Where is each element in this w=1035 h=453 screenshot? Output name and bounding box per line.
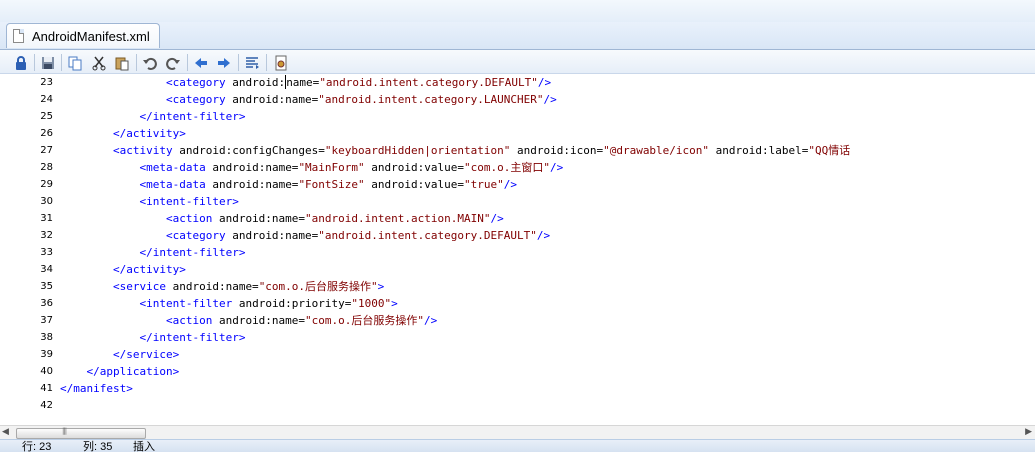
line-code[interactable]: </manifest> — [60, 380, 133, 397]
line-code[interactable]: <service android:name="com.o.后台服务操作"> — [60, 278, 384, 295]
back-icon[interactable] — [192, 54, 210, 71]
line-number: 35 — [40, 281, 53, 292]
line-number: 31 — [40, 213, 53, 224]
code-line[interactable]: 29 <meta-data android:name="FontSize" an… — [0, 176, 1035, 193]
code-line[interactable]: 31 <action android:name="android.intent.… — [0, 210, 1035, 227]
line-code[interactable]: </intent-filter> — [60, 108, 245, 125]
line-number: 25 — [40, 111, 53, 122]
save-icon[interactable] — [39, 54, 57, 71]
line-number: 33 — [40, 247, 53, 258]
document-icon — [13, 29, 24, 43]
line-code[interactable]: <activity android:configChanges="keyboar… — [60, 142, 850, 159]
paste-icon[interactable] — [113, 54, 131, 71]
code-line[interactable]: 30 <intent-filter> — [0, 193, 1035, 210]
line-code[interactable]: <category android:name="android.intent.c… — [60, 91, 557, 108]
lock-icon[interactable] — [12, 54, 30, 71]
scroll-left-arrow-icon[interactable]: ◀ — [2, 427, 9, 437]
scrollbar-thumb[interactable] — [16, 428, 146, 439]
code-line[interactable]: 40 </application> — [0, 363, 1035, 380]
code-line[interactable]: 26 </activity> — [0, 125, 1035, 142]
code-line[interactable]: 23 <category android:name="android.inten… — [0, 74, 1035, 91]
code-line[interactable]: 37 <action android:name="com.o.后台服务操作"/> — [0, 312, 1035, 329]
line-number: 30 — [40, 196, 53, 207]
tab-title: AndroidManifest.xml — [32, 28, 150, 44]
line-number: 42 — [40, 400, 53, 411]
line-code[interactable]: <intent-filter> — [60, 193, 238, 210]
code-line[interactable]: 34 </activity> — [0, 261, 1035, 278]
line-number: 27 — [40, 145, 53, 156]
line-number: 23 — [40, 77, 53, 88]
line-code[interactable]: </activity> — [60, 125, 186, 142]
line-code[interactable]: <intent-filter android:priority="1000"> — [60, 295, 397, 312]
line-code[interactable]: <meta-data android:name="MainForm" andro… — [60, 159, 563, 176]
line-number: 34 — [40, 264, 53, 275]
code-line[interactable]: 33 </intent-filter> — [0, 244, 1035, 261]
code-line[interactable]: 41 </manifest> — [0, 380, 1035, 397]
line-number: 40 — [40, 366, 53, 377]
line-code[interactable]: <action android:name="android.intent.act… — [60, 210, 504, 227]
line-number: 38 — [40, 332, 53, 343]
forward-icon[interactable] — [215, 54, 233, 71]
settings-icon[interactable] — [272, 54, 290, 71]
code-line[interactable]: 39 </service> — [0, 346, 1035, 363]
line-number: 41 — [40, 383, 53, 394]
code-line[interactable]: 35 <service android:name="com.o.后台服务操作"> — [0, 278, 1035, 295]
code-line[interactable]: 38 </intent-filter> — [0, 329, 1035, 346]
scroll-right-arrow-icon[interactable]: ▶ — [1025, 427, 1032, 437]
line-number: 37 — [40, 315, 53, 326]
undo-icon[interactable] — [141, 54, 159, 71]
code-line[interactable]: 32 <category android:name="android.inten… — [0, 227, 1035, 244]
code-editor[interactable]: 23 <category android:name="android.inten… — [0, 74, 1035, 425]
editor-toolbar — [0, 49, 1035, 74]
redo-icon[interactable] — [164, 54, 182, 71]
line-code[interactable]: </application> — [60, 363, 180, 380]
line-code[interactable]: <meta-data android:name="FontSize" andro… — [60, 176, 517, 193]
line-code[interactable]: <category android:name="android.intent.c… — [60, 227, 550, 244]
code-line[interactable]: 42 — [0, 397, 1035, 414]
line-number: 29 — [40, 179, 53, 190]
horizontal-scrollbar[interactable]: ◀ ||| ▶ — [0, 425, 1035, 439]
window-top-strip — [0, 0, 1035, 23]
code-line[interactable]: 25 </intent-filter> — [0, 108, 1035, 125]
line-number: 39 — [40, 349, 53, 360]
copy-icon[interactable] — [66, 54, 84, 71]
status-insert-mode: 插入 — [133, 441, 155, 453]
code-line[interactable]: 24 <category android:name="android.inten… — [0, 91, 1035, 108]
line-number: 26 — [40, 128, 53, 139]
line-code[interactable]: </intent-filter> — [60, 329, 245, 346]
code-line[interactable]: 28 <meta-data android:name="MainForm" an… — [0, 159, 1035, 176]
tab-android-manifest[interactable]: AndroidManifest.xml — [6, 23, 160, 48]
format-icon[interactable] — [243, 54, 261, 71]
scrollbar-grip-icon: ||| — [62, 427, 67, 435]
line-code[interactable]: </intent-filter> — [60, 244, 245, 261]
cut-icon[interactable] — [90, 54, 108, 71]
line-code[interactable]: </activity> — [60, 261, 186, 278]
code-line[interactable]: 36 <intent-filter android:priority="1000… — [0, 295, 1035, 312]
line-code[interactable]: <category android:name="android.intent.c… — [60, 74, 551, 91]
line-number: 24 — [40, 94, 53, 105]
status-bar: 行: 23 列: 35 插入 — [0, 439, 1035, 453]
tab-bar: AndroidManifest.xml — [0, 22, 1035, 49]
status-row: 行: 23 — [22, 441, 52, 453]
line-code[interactable]: <action android:name="com.o.后台服务操作"/> — [60, 312, 437, 329]
line-code[interactable]: </service> — [60, 346, 179, 363]
status-column: 列: 35 — [83, 441, 113, 453]
line-number: 28 — [40, 162, 53, 173]
line-number: 32 — [40, 230, 53, 241]
line-number: 36 — [40, 298, 53, 309]
code-line[interactable]: 27 <activity android:configChanges="keyb… — [0, 142, 1035, 159]
